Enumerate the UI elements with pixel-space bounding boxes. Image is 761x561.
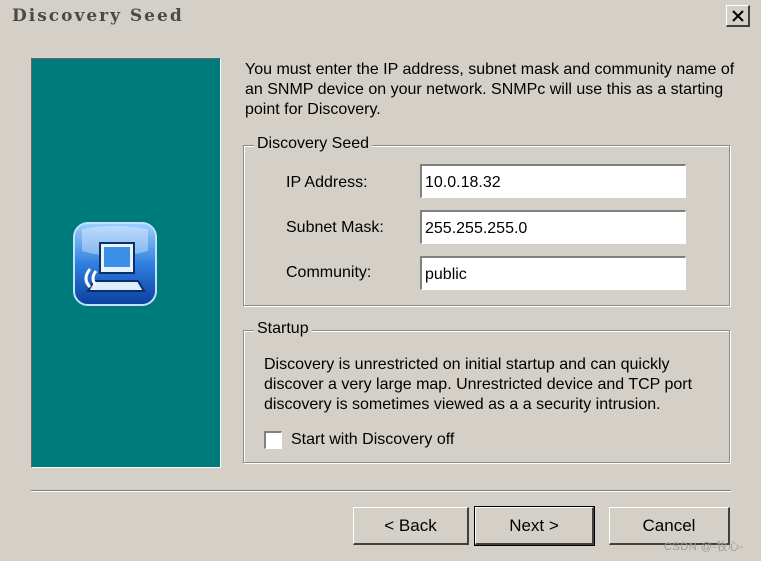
back-button[interactable]: < Back — [353, 507, 469, 545]
button-separator — [31, 490, 731, 492]
next-button[interactable]: Next > — [474, 506, 595, 546]
start-discovery-off-checkbox[interactable] — [264, 431, 282, 449]
watermark: CSDN @-牧心- — [664, 541, 744, 553]
discovery-seed-dialog: Discovery Seed You must enter the IP add… — [0, 0, 761, 561]
title-bar[interactable]: Discovery Seed — [0, 0, 761, 36]
ip-address-input[interactable] — [420, 164, 686, 198]
startup-description: Discovery is unrestricted on initial sta… — [264, 356, 693, 413]
ip-address-label: IP Address: — [286, 174, 368, 191]
window-title: Discovery Seed — [12, 6, 184, 26]
start-discovery-off-label[interactable]: Start with Discovery off — [291, 431, 454, 449]
community-label: Community: — [286, 264, 372, 281]
close-button[interactable] — [726, 5, 750, 27]
startup-legend: Startup — [254, 320, 312, 338]
subnet-mask-label: Subnet Mask: — [286, 219, 384, 236]
community-input[interactable] — [420, 256, 686, 290]
intro-text: You must enter the IP address, subnet ma… — [245, 61, 735, 118]
wizard-side-panel — [31, 58, 221, 468]
discovery-seed-group: Discovery Seed IP Address: Subnet Mask: … — [243, 135, 730, 306]
close-icon — [731, 9, 744, 22]
startup-group: Startup Discovery is unrestricted on ini… — [243, 320, 730, 463]
snmpc-computer-icon — [73, 222, 157, 306]
subnet-mask-input[interactable] — [420, 210, 686, 244]
discovery-seed-legend: Discovery Seed — [254, 135, 373, 153]
